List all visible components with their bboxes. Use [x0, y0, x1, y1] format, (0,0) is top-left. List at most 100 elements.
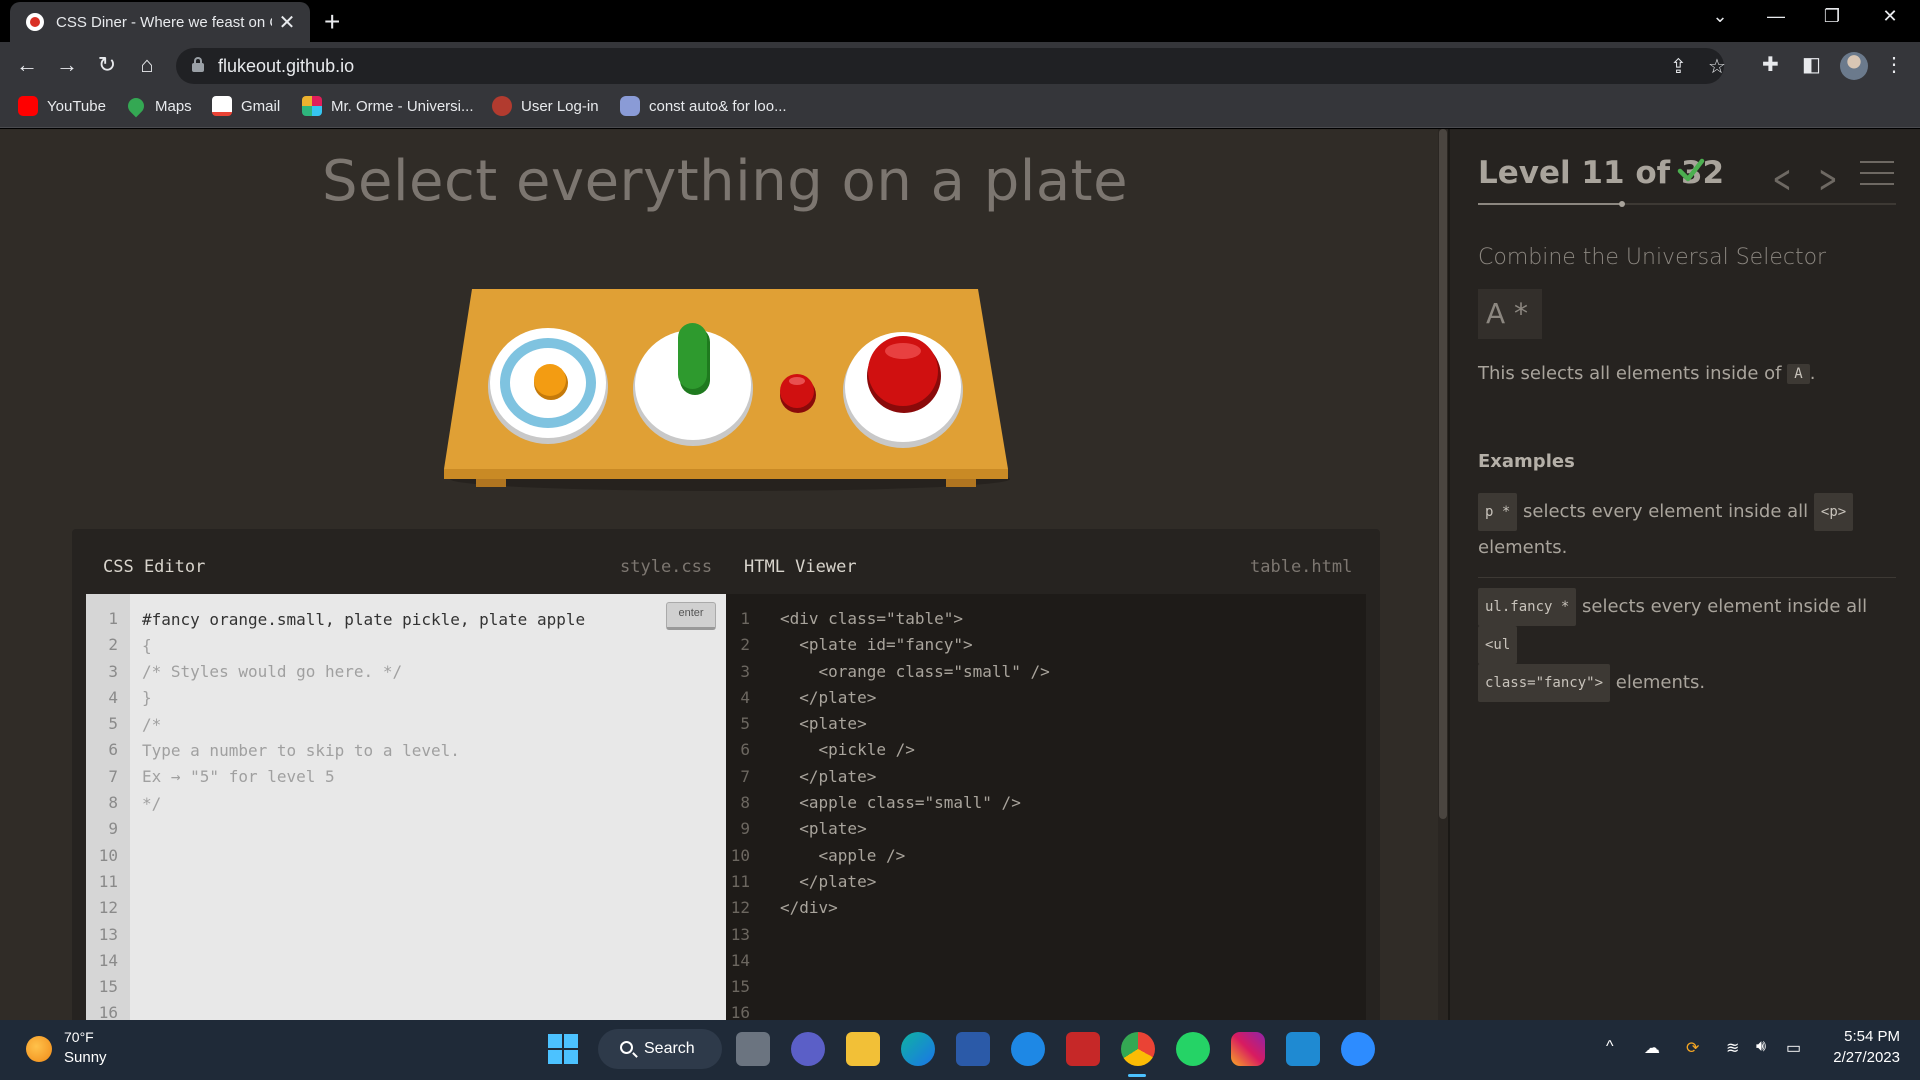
markup-apple[interactable]: <apple />: [780, 843, 1050, 869]
css-code-line: Type a number to skip to a level.: [142, 740, 460, 760]
windows-taskbar: 70°F Sunny Search ^ ☁ ⟳ ≋ 🔊︎ ▭ 5:54 PM 2…: [0, 1020, 1920, 1080]
weather-temperature[interactable]: 70°F: [64, 1029, 94, 1045]
html-viewer-filename: table.html: [1250, 557, 1353, 577]
home-icon[interactable]: ⌂: [132, 50, 162, 80]
selector-syntax: A *: [1478, 289, 1542, 339]
bookmark-gmail[interactable]: Gmail: [212, 96, 280, 116]
chrome-menu-icon[interactable]: ⋮: [1884, 52, 1904, 77]
instagram-icon[interactable]: [1231, 1032, 1265, 1066]
line-number: 15: [730, 977, 750, 997]
bookmark-youtube[interactable]: YouTube: [18, 96, 106, 116]
example-text: selects every element inside all: [1523, 501, 1809, 522]
task-view-icon[interactable]: [736, 1032, 770, 1066]
line-number: 10: [98, 845, 118, 865]
next-level-icon[interactable]: >: [1818, 157, 1837, 201]
main-scrollbar-thumb[interactable]: [1439, 129, 1447, 819]
level-instruction-title: Select everything on a plate: [321, 149, 1129, 214]
bookmark-user-login[interactable]: User Log-in: [492, 96, 599, 116]
get-help-icon[interactable]: [1011, 1032, 1045, 1066]
markup-small-orange[interactable]: <orange class="small" />: [780, 659, 1050, 685]
microsoft-store-icon[interactable]: [956, 1032, 990, 1066]
markup-plate[interactable]: <plate>: [780, 816, 1050, 842]
new-tab-button[interactable]: +: [324, 6, 340, 38]
side-panel-icon[interactable]: ◧: [1802, 52, 1821, 77]
bookmark-star-icon[interactable]: ☆: [1708, 54, 1726, 79]
edge-browser-icon[interactable]: [901, 1032, 935, 1066]
browser-toolbar: ← → ↻ ⌂ flukeout.github.io ⇪ ☆ ✚ ◧ ⋮: [0, 42, 1920, 88]
level-menu-icon[interactable]: [1860, 159, 1894, 187]
onedrive-cloud-icon[interactable]: ☁: [1644, 1038, 1660, 1058]
examples-heading: Examples: [1478, 451, 1575, 472]
battery-icon[interactable]: ▭: [1786, 1038, 1801, 1058]
examples-divider: [1478, 577, 1896, 578]
line-number: 2: [740, 635, 750, 655]
reload-icon[interactable]: ↻: [92, 50, 122, 80]
line-number: 15: [98, 977, 118, 997]
markup-pickle[interactable]: <pickle />: [780, 737, 1050, 763]
line-number: 13: [98, 924, 118, 944]
markup-fancy-plate[interactable]: <plate id="fancy">: [780, 632, 1050, 658]
zoom-icon[interactable]: [1341, 1032, 1375, 1066]
address-bar[interactable]: flukeout.github.io ⇪ ☆: [176, 48, 1726, 84]
bookmark-const-auto[interactable]: const auto& for loo...: [620, 96, 787, 116]
restore-button[interactable]: ❐: [1812, 6, 1852, 27]
markup-small-apple[interactable]: <apple class="small" />: [780, 790, 1050, 816]
markup-plate[interactable]: <plate>: [780, 711, 1050, 737]
example-code: ul.fancy *: [1478, 588, 1577, 626]
taskbar-search-button[interactable]: Search: [598, 1029, 722, 1069]
bookmark-label: const auto& for loo...: [649, 97, 787, 115]
chrome-icon[interactable]: [1121, 1032, 1155, 1066]
bookmark-maps[interactable]: Maps: [124, 94, 192, 118]
mcafee-icon[interactable]: [1066, 1032, 1100, 1066]
line-number: 9: [108, 819, 118, 839]
share-icon[interactable]: ⇪: [1670, 54, 1687, 79]
file-explorer-icon[interactable]: [846, 1032, 880, 1066]
wifi-icon[interactable]: ≋: [1726, 1038, 1739, 1058]
line-number: 13: [730, 924, 750, 944]
taskbar-clock-date[interactable]: 2/27/2023: [1820, 1049, 1900, 1066]
html-viewer: 1 2 3 4 5 6 7 8 9 10 11 12 13 14 15 16 <…: [726, 594, 1366, 1020]
taskbar-clock-time[interactable]: 5:54 PM: [1820, 1028, 1900, 1045]
profile-avatar[interactable]: [1840, 52, 1868, 80]
weather-sun-icon[interactable]: [26, 1036, 52, 1062]
previous-level-icon[interactable]: <: [1772, 157, 1791, 201]
table-leg-right: [946, 479, 976, 487]
dinner-table-scene: [444, 289, 1010, 491]
level-progress-bar: [1478, 201, 1896, 207]
bookmark-mr-orme[interactable]: Mr. Orme - Universi...: [302, 96, 474, 116]
whatsapp-icon[interactable]: [1176, 1032, 1210, 1066]
teams-chat-icon[interactable]: [791, 1032, 825, 1066]
bookmark-label: YouTube: [47, 97, 106, 115]
forward-arrow-icon[interactable]: →: [52, 50, 82, 80]
enter-button[interactable]: enter: [666, 602, 716, 630]
checkmark-icon: [1677, 158, 1705, 182]
minimize-button[interactable]: —: [1756, 6, 1796, 27]
url-text[interactable]: flukeout.github.io: [218, 56, 354, 77]
markup-div-table[interactable]: <div class="table">: [780, 606, 1050, 632]
tab-close-icon[interactable]: ✕: [276, 10, 298, 35]
windows-start-icon[interactable]: [548, 1034, 578, 1064]
sync-icon[interactable]: ⟳: [1686, 1038, 1699, 1058]
volume-icon[interactable]: 🔊︎: [1756, 1038, 1766, 1056]
browser-tab-active[interactable]: CSS Diner - Where we feast on C ✕: [10, 2, 310, 42]
extensions-puzzle-icon[interactable]: ✚: [1762, 52, 1779, 77]
css-diner-favicon-icon: [26, 13, 44, 31]
selector-name: Combine the Universal Selector: [1478, 245, 1827, 270]
description-text: This selects all elements inside of: [1478, 363, 1782, 384]
table-edge: [444, 469, 1008, 479]
back-arrow-icon[interactable]: ←: [12, 50, 42, 80]
html-line-numbers: 1 2 3 4 5 6 7 8 9 10 11 12 13 14 15 16: [726, 606, 750, 1020]
tray-overflow-chevron-icon[interactable]: ^: [1606, 1038, 1614, 1056]
css-editor[interactable]: 1 2 3 4 5 6 7 8 9 10 11 12 13 14 15 16 {: [86, 594, 726, 1020]
tab-search-icon[interactable]: ⌄: [1700, 6, 1740, 27]
pickle[interactable]: [678, 323, 710, 395]
css-input-line: [142, 606, 662, 633]
example-item: ul.fancy * selects every element inside …: [1478, 588, 1898, 702]
example-code: <ul: [1478, 626, 1518, 664]
vscode-icon[interactable]: [1286, 1032, 1320, 1066]
css-selector-input[interactable]: [142, 606, 662, 632]
weather-condition[interactable]: Sunny: [64, 1049, 107, 1066]
apple-highlight: [885, 343, 921, 359]
main-scrollbar[interactable]: [1438, 129, 1448, 1020]
close-window-button[interactable]: ✕: [1870, 6, 1910, 27]
